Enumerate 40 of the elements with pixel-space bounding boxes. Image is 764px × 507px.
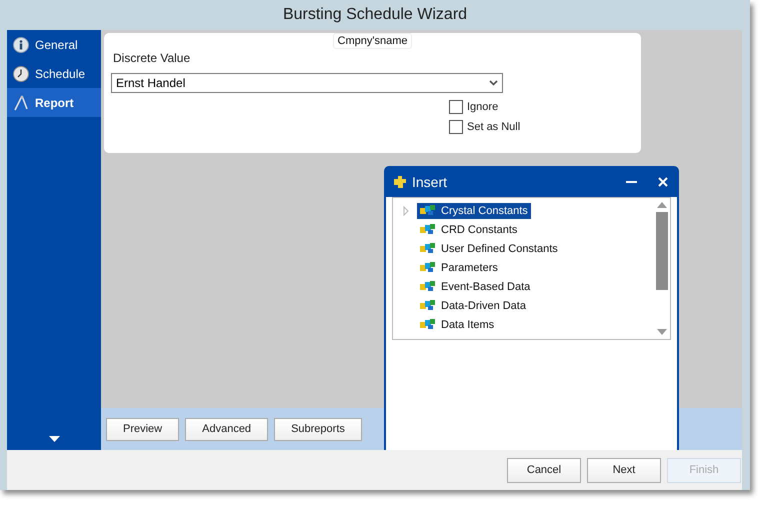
footer-button[interactable]: Cancel — [507, 458, 581, 482]
scroll-down-icon[interactable] — [656, 329, 666, 335]
footer-button[interactable]: Next — [587, 458, 661, 482]
minimize-icon — [626, 180, 636, 182]
clock-icon — [13, 66, 29, 82]
report-button[interactable]: Advanced — [185, 418, 268, 440]
puzzle-piece-icon — [420, 243, 436, 254]
puzzle-piece-icon — [420, 205, 436, 216]
checkbox[interactable] — [449, 100, 463, 114]
puzzle-piece-icon — [420, 262, 436, 273]
dialog-title: Insert — [412, 174, 448, 190]
parameter-title: Cmpny'sname — [332, 33, 412, 49]
report-button[interactable]: Preview — [106, 418, 180, 440]
window-title: Bursting Schedule Wizard — [282, 6, 468, 24]
tree-item[interactable]: Data Items — [417, 316, 498, 332]
tree-item[interactable]: CRD Constants — [417, 222, 520, 238]
scroll-up-icon[interactable] — [656, 202, 666, 208]
checkbox-label: Set as Null — [467, 121, 520, 133]
report-button[interactable]: Subreports — [274, 418, 362, 440]
info-icon — [13, 36, 29, 52]
tree-item[interactable]: Event-Based Data — [417, 278, 534, 294]
checkbox[interactable] — [449, 120, 463, 134]
checkbox-label: Ignore — [467, 101, 498, 113]
compass-icon — [13, 94, 29, 110]
tree-item[interactable]: Parameters — [417, 260, 501, 276]
close-icon — [658, 176, 668, 186]
field-label: Discrete Value — [113, 51, 192, 65]
puzzle-piece-icon — [420, 281, 436, 292]
tree-item[interactable]: User Defined Constants — [417, 240, 561, 256]
sidebar-item[interactable]: General — [7, 30, 101, 59]
value-dropdown[interactable]: Ernst Handel — [111, 73, 503, 93]
chevron-icon — [489, 80, 498, 86]
puzzle-piece-icon — [420, 300, 436, 311]
puzzle-piece-icon — [420, 319, 436, 330]
tree-item[interactable]: Data-Driven Data — [417, 298, 529, 314]
tree-item[interactable]: Crystal Constants — [417, 202, 531, 218]
puzzle-piece-icon — [420, 224, 436, 235]
sidebar-item[interactable]: Schedule — [7, 59, 101, 88]
caret-icon[interactable] — [48, 436, 60, 442]
sidebar-item[interactable]: Report — [7, 88, 101, 117]
